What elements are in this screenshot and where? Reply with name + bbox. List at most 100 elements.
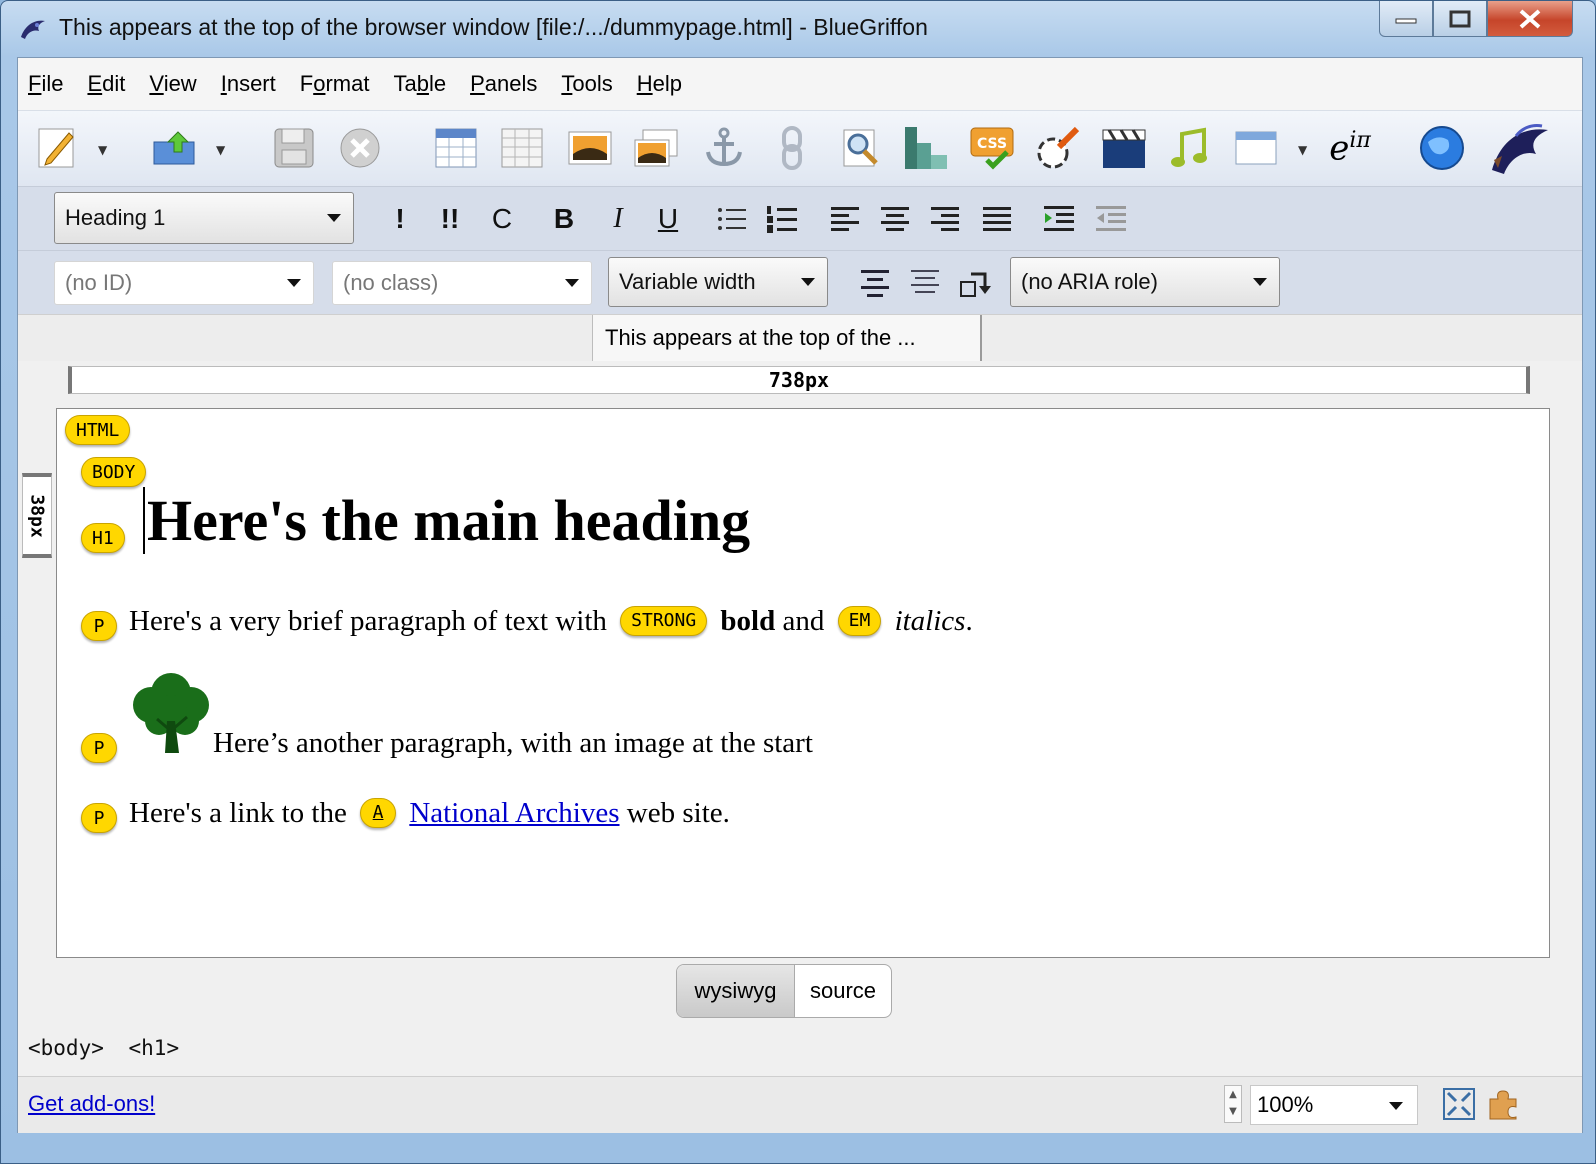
menu-file[interactable]: File (28, 71, 63, 97)
form-button[interactable] (1232, 123, 1280, 173)
main-heading[interactable]: Here's the main heading (143, 487, 750, 554)
addons-button[interactable] (1486, 1087, 1520, 1121)
zoom-stepper[interactable]: ▲ ▼ (1224, 1085, 1242, 1123)
numbered-list-button[interactable] (762, 199, 802, 239)
strong-tag-badge[interactable]: STRONG (620, 605, 708, 636)
indent-button[interactable] (1040, 199, 1080, 239)
maximize-button[interactable] (1433, 1, 1487, 37)
blocks-button[interactable] (902, 123, 950, 173)
insert-image-button[interactable] (566, 123, 614, 173)
paragraph-style-select[interactable]: Heading 1 (54, 192, 354, 244)
menu-format[interactable]: Format (300, 71, 370, 97)
p-tag-badge[interactable]: P (81, 733, 117, 763)
spellcheck-button[interactable] (836, 123, 884, 173)
aria-role-select[interactable]: (no ARIA role) (1010, 257, 1280, 307)
italic-text: italics (894, 605, 966, 637)
save-button[interactable] (270, 123, 318, 173)
fullscreen-button[interactable] (1442, 1087, 1476, 1121)
math-button[interactable]: eiπ (1320, 123, 1380, 173)
table-grid-icon (501, 128, 543, 168)
zoom-select[interactable]: 100% (1250, 1085, 1418, 1125)
align-right-button[interactable] (926, 199, 966, 239)
a-tag-badge[interactable]: A (360, 797, 397, 828)
underline-button[interactable]: U (648, 199, 688, 239)
menu-table[interactable]: Table (393, 71, 446, 97)
p-tag-badge[interactable]: P (81, 611, 117, 641)
insert-table-button[interactable] (432, 123, 480, 173)
anchor-button[interactable] (700, 123, 748, 173)
chevron-down-icon[interactable]: ▼ (1225, 1103, 1241, 1120)
html-tag-badge[interactable]: HTML (65, 415, 131, 445)
menu-insert[interactable]: Insert (221, 71, 276, 97)
rotate-button[interactable] (956, 263, 996, 303)
stop-button[interactable] (336, 123, 384, 173)
outdent-button[interactable] (1092, 199, 1132, 239)
class-select[interactable]: (no class) (332, 261, 592, 305)
wysiwyg-editor[interactable]: HTML BODY H1 Here's the main heading P H… (56, 408, 1550, 958)
publish-button[interactable] (152, 123, 200, 173)
tab-wysiwyg[interactable]: wysiwyg (677, 965, 795, 1017)
rotate-icon (960, 272, 991, 297)
wrap-text-button[interactable] (856, 263, 896, 303)
style-brush-button[interactable] (1034, 123, 1082, 173)
web-preview-button[interactable] (1418, 123, 1466, 173)
menu-help[interactable]: Help (637, 71, 682, 97)
paragraph-2[interactable]: Here’s another paragraph, with an image … (213, 727, 813, 760)
paragraph-3[interactable]: Here's a link to the A National Archives… (129, 797, 730, 832)
wrap-text-alt-button[interactable] (906, 263, 946, 303)
paragraph-style-value: Heading 1 (65, 205, 166, 230)
vertical-ruler: 38px (22, 473, 52, 558)
h1-tag-badge[interactable]: H1 (81, 523, 125, 553)
griffon-logo[interactable] (1484, 123, 1554, 174)
id-select[interactable]: (no ID) (54, 261, 314, 305)
publish-dropdown[interactable]: ▼ (216, 143, 225, 157)
chevron-up-icon[interactable]: ▲ (1225, 1086, 1241, 1103)
justify-button[interactable] (978, 199, 1018, 239)
align-center-icon (881, 207, 909, 231)
link-button[interactable] (768, 123, 816, 173)
close-button[interactable] (1487, 1, 1573, 37)
strong-emphasis-button[interactable]: !! (430, 199, 470, 239)
align-center-button[interactable] (876, 199, 916, 239)
chevron-down-icon (1253, 278, 1267, 286)
national-archives-link[interactable]: National Archives (409, 797, 619, 829)
tab-document[interactable]: This appears at the top of the ... (592, 315, 982, 361)
paragraph-1[interactable]: Here's a very brief paragraph of text wi… (129, 605, 973, 640)
form-dropdown[interactable]: ▼ (1298, 143, 1307, 157)
bold-button[interactable]: B (544, 199, 584, 239)
menu-panels[interactable]: Panels (470, 71, 537, 97)
new-document-button[interactable] (34, 123, 82, 173)
width-mode-select[interactable]: Variable width (608, 257, 828, 307)
audio-button[interactable] (1166, 123, 1214, 173)
paragraph-3-text: Here's a link to the (129, 797, 347, 829)
menu-edit[interactable]: Edit (87, 71, 125, 97)
id-select-value: (no ID) (65, 270, 133, 295)
zoom-value: 100% (1257, 1092, 1314, 1117)
italic-button[interactable]: I (598, 199, 638, 239)
element-breadcrumb: <body> <h1> (28, 1036, 191, 1060)
new-document-dropdown[interactable]: ▼ (98, 143, 107, 157)
video-button[interactable] (1100, 123, 1148, 173)
menu-view[interactable]: View (149, 71, 196, 97)
tree-image[interactable] (129, 671, 215, 755)
p-tag-badge[interactable]: P (81, 803, 117, 833)
em-tag-badge[interactable]: EM (837, 605, 882, 636)
horizontal-ruler-label: 738px (768, 368, 830, 392)
table-grid-button[interactable] (498, 123, 546, 173)
body-tag-badge[interactable]: BODY (81, 457, 147, 487)
bulleted-list-button[interactable] (712, 199, 752, 239)
image-gallery-button[interactable] (632, 123, 680, 173)
get-addons-link[interactable]: Get add-ons! (28, 1091, 155, 1117)
breadcrumb-h1[interactable]: <h1> (129, 1036, 180, 1060)
align-left-button[interactable] (826, 199, 866, 239)
code-button[interactable]: C (482, 199, 522, 239)
css-icon: CSS (970, 127, 1014, 170)
css-button[interactable]: CSS (968, 123, 1016, 173)
format-toolbar: Heading 1 ! !! C B I U (18, 186, 1582, 251)
breadcrumb-body[interactable]: <body> (28, 1036, 104, 1060)
menu-tools[interactable]: Tools (561, 71, 612, 97)
tab-source[interactable]: source (795, 965, 891, 1017)
minimize-button[interactable] (1379, 1, 1433, 37)
chevron-down-icon (801, 278, 815, 286)
emphasis-button[interactable]: ! (380, 199, 420, 239)
